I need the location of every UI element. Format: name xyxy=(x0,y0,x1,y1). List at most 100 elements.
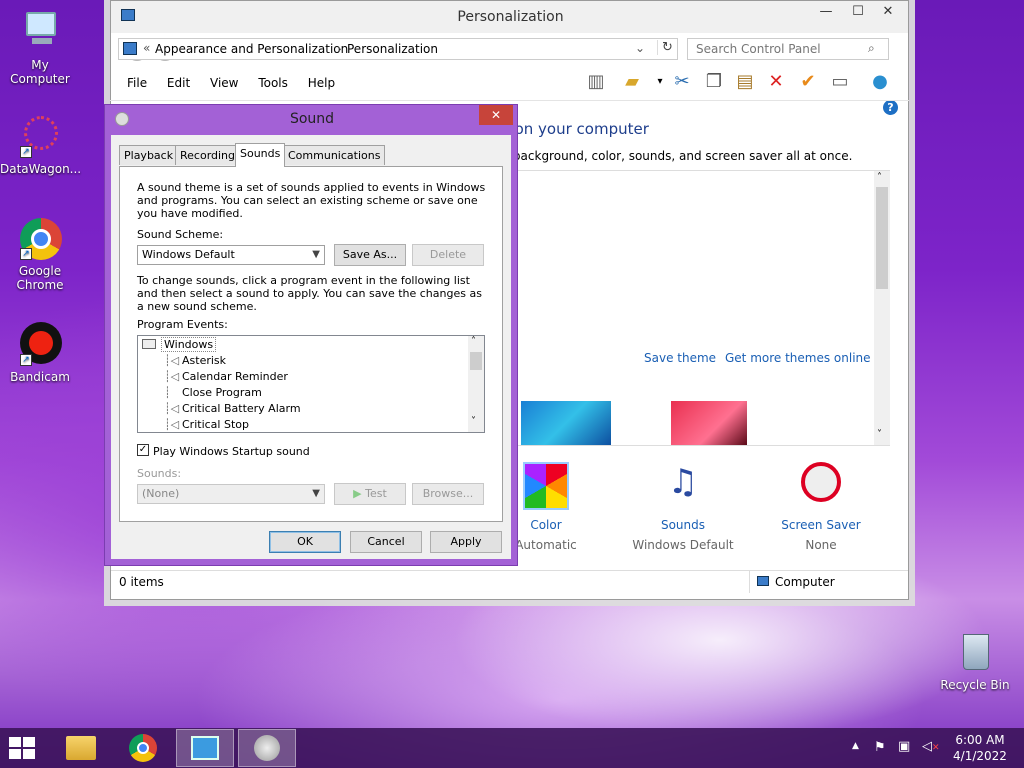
themes-list[interactable]: Save theme Get more themes online ˄ ˅ xyxy=(516,170,890,446)
delete-button[interactable]: Delete xyxy=(412,244,484,266)
test-button[interactable]: ▶ Test xyxy=(334,483,406,505)
scheme-label: Sound Scheme: xyxy=(137,228,224,241)
breadcrumb-appearance[interactable]: Appearance and Personalization xyxy=(155,42,348,56)
scrollbar[interactable]: ˄ ˅ xyxy=(468,336,484,432)
clock[interactable]: 6:00 AM 4/1/2022 xyxy=(944,732,1016,764)
speaker-icon: ┊◁ xyxy=(164,418,180,431)
screen-saver-label[interactable]: Screen Saver xyxy=(778,518,864,532)
get-more-themes-link[interactable]: Get more themes online xyxy=(725,351,871,365)
taskbar-chrome[interactable] xyxy=(114,729,172,767)
menu-tools[interactable]: Tools xyxy=(258,76,288,90)
start-button[interactable] xyxy=(8,736,36,760)
maximize-button[interactable]: ☐ xyxy=(843,1,873,23)
delete-icon[interactable]: ✕ xyxy=(764,70,788,94)
cancel-button[interactable]: Cancel xyxy=(350,531,422,553)
tab-recording[interactable]: Recording xyxy=(175,145,241,165)
save-as-button[interactable]: Save As... xyxy=(334,244,406,266)
sound-scheme-select[interactable]: Windows Default ▼ xyxy=(137,245,325,265)
taskbar: ▲ ⚑ ▣ ◁✕ 6:00 AM 4/1/2022 xyxy=(0,728,1024,768)
menu-help[interactable]: Help xyxy=(308,76,335,90)
cut-icon[interactable]: ✂ xyxy=(670,70,694,94)
desktop-icon-label: Google Chrome xyxy=(16,264,64,292)
minimize-button[interactable]: — xyxy=(811,1,841,23)
refresh-icon[interactable]: ↻ xyxy=(657,40,673,55)
scroll-up-icon[interactable]: ˄ xyxy=(471,336,476,347)
chrome-icon: ↗ xyxy=(18,216,62,260)
chrome-icon xyxy=(129,734,157,762)
taskbar-file-explorer[interactable] xyxy=(52,729,110,767)
close-button[interactable]: ✕ xyxy=(873,1,903,23)
save-theme-link[interactable]: Save theme xyxy=(644,351,716,365)
sounds-label[interactable]: Sounds xyxy=(630,518,736,532)
desktop-icon-recycle-bin[interactable]: Recycle Bin xyxy=(935,630,1015,692)
ok-button[interactable]: OK xyxy=(269,531,341,553)
status-divider xyxy=(749,571,750,593)
action-center-flag-icon[interactable]: ⚑ xyxy=(874,740,886,755)
scroll-thumb[interactable] xyxy=(470,352,482,370)
sounds-value: (None) xyxy=(142,487,180,500)
program-events-list[interactable]: Windows ┊◁ Asterisk ┊◁ Calendar Reminder… xyxy=(137,335,485,433)
sounds-item[interactable]: ♫ Sounds Windows Default xyxy=(630,462,736,552)
startup-sound-label[interactable]: Play Windows Startup sound xyxy=(153,445,310,458)
menu-view[interactable]: View xyxy=(210,76,238,90)
address-overflow[interactable]: « xyxy=(143,41,150,55)
status-items-count: 0 items xyxy=(119,575,164,589)
layout-icon[interactable]: ▥ xyxy=(584,70,608,94)
network-icon[interactable]: ▣ xyxy=(898,739,910,754)
windows-group-icon xyxy=(142,339,156,349)
shortcut-arrow-icon: ↗ xyxy=(20,354,32,366)
folder-options-icon[interactable]: ▰ xyxy=(620,70,644,94)
show-hidden-icons[interactable]: ▲ xyxy=(852,741,859,751)
menu-edit[interactable]: Edit xyxy=(167,76,190,90)
scrollbar[interactable]: ˄ ˅ xyxy=(874,171,890,445)
tab-playback[interactable]: Playback xyxy=(119,145,179,165)
list-item[interactable]: Calendar Reminder xyxy=(182,370,288,383)
menu-file[interactable]: File xyxy=(127,76,147,90)
theme-thumbnail[interactable] xyxy=(521,401,611,445)
scroll-down-icon[interactable]: ˅ xyxy=(471,416,476,427)
intro-text: A sound theme is a set of sounds applied… xyxy=(137,181,486,220)
screen-saver-item[interactable]: Screen Saver None xyxy=(778,462,864,552)
list-item[interactable]: Close Program xyxy=(182,386,262,399)
startup-sound-checkbox[interactable]: ✓ xyxy=(137,444,149,456)
sounds-select[interactable]: (None) ▼ xyxy=(137,484,325,504)
properties-check-icon[interactable]: ✔ xyxy=(796,70,820,94)
copy-icon[interactable]: ❐ xyxy=(702,70,726,94)
bandicam-icon: ↗ xyxy=(18,322,62,366)
desktop-icon-bandicam[interactable]: ↗ Bandicam xyxy=(0,322,80,384)
search-input[interactable]: Search Control Panel xyxy=(687,38,889,60)
list-item[interactable]: Asterisk xyxy=(182,354,226,367)
breadcrumb-personalization[interactable]: Personalization xyxy=(347,42,438,56)
address-bar[interactable]: « Appearance and Personalization › Perso… xyxy=(118,38,678,60)
list-item[interactable]: Windows xyxy=(160,337,217,352)
paste-icon[interactable]: ▤ xyxy=(733,70,757,94)
apply-button[interactable]: Apply xyxy=(430,531,502,553)
desktop-icon-label: DataWagon... xyxy=(0,162,82,176)
desktop-icon-my-computer[interactable]: My Computer xyxy=(0,10,80,86)
scroll-thumb[interactable] xyxy=(876,187,888,289)
taskbar-sound[interactable] xyxy=(238,729,296,767)
desktop-icon-datawagon[interactable]: ↗ DataWagon... xyxy=(0,114,82,176)
clock-time: 6:00 AM xyxy=(955,733,1005,747)
rename-icon[interactable]: ▭ xyxy=(828,70,852,94)
status-bar: 0 items Computer xyxy=(111,570,908,593)
desktop-icon-google-chrome[interactable]: ↗ Google Chrome xyxy=(0,216,80,292)
close-button[interactable]: ✕ xyxy=(479,105,513,125)
theme-thumbnail[interactable] xyxy=(671,401,747,445)
scroll-up-icon[interactable]: ˄ xyxy=(877,172,882,183)
tab-sounds[interactable]: Sounds xyxy=(235,143,286,167)
chevron-down-icon[interactable]: ⌄ xyxy=(635,41,645,55)
volume-muted-icon[interactable]: ◁✕ xyxy=(922,739,940,754)
scheme-value: Windows Default xyxy=(142,248,235,261)
help-icon[interactable]: ? xyxy=(883,100,898,115)
sounds-value: Windows Default xyxy=(632,538,734,552)
browse-button[interactable]: Browse... xyxy=(412,483,484,505)
globe-icon[interactable]: ● xyxy=(868,70,892,94)
list-item[interactable]: Critical Stop xyxy=(182,418,249,431)
list-item[interactable]: Critical Battery Alarm xyxy=(182,402,301,415)
tab-communications[interactable]: Communications xyxy=(283,145,386,165)
taskbar-control-panel[interactable] xyxy=(176,729,234,767)
scroll-down-icon[interactable]: ˅ xyxy=(877,429,882,440)
chevron-down-icon[interactable]: ▾ xyxy=(648,70,672,94)
folder-icon xyxy=(66,736,96,760)
